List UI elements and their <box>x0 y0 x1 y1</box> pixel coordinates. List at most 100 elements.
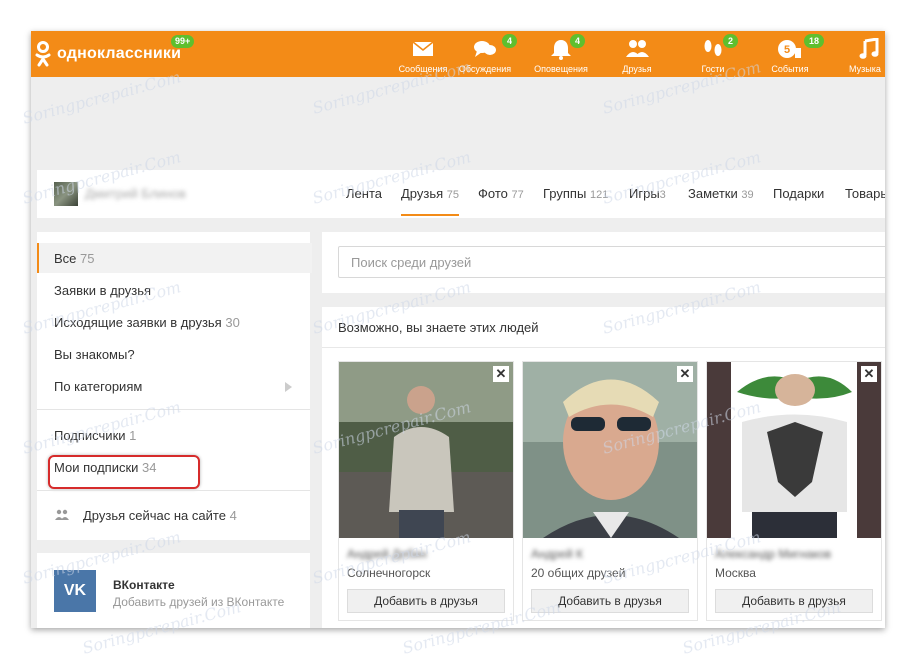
brand-name[interactable]: одноклассники <box>57 45 181 63</box>
sidebar-item-subscribers[interactable]: Подписчики 1 <box>37 420 310 450</box>
sidebar-item-friends-online[interactable]: Друзья сейчас на сайте 4 <box>37 500 310 530</box>
sidebar-item-do-you-know[interactable]: Вы знакомы? <box>37 339 310 369</box>
sidebar-item-outgoing-requests[interactable]: Исходящие заявки в друзья 30 <box>37 307 310 337</box>
tab-label: Подарки <box>773 186 825 201</box>
add-friend-button[interactable]: Добавить в друзья <box>531 589 689 613</box>
vk-subtitle: Добавить друзей из ВКонтакте <box>113 595 285 609</box>
dismiss-suggestion-button[interactable]: ✕ <box>493 366 509 382</box>
friends-sidebar: Все 75 Заявки в друзья Исходящие заявки … <box>37 232 312 540</box>
person-photo[interactable] <box>523 362 697 538</box>
add-friend-button[interactable]: Добавить в друзья <box>715 589 873 613</box>
vk-import-block[interactable]: VK ВКонтакте Добавить друзей из ВКонтакт… <box>37 553 310 628</box>
envelope-icon <box>412 41 434 56</box>
nav-notifications[interactable]: 4 Оповещения <box>526 31 596 77</box>
tab-goods[interactable]: Товары <box>845 186 885 201</box>
people-icon <box>55 509 69 520</box>
chat-bubbles-icon <box>474 41 496 57</box>
profile-name[interactable]: Дмитрий Блинов <box>85 186 186 201</box>
suggestion-info: 20 общих друзей <box>531 566 626 580</box>
browser-viewport: одноклассники 99+ Сообщения 4 Обсуждения… <box>31 31 885 628</box>
tab-count: 77 <box>511 189 524 201</box>
nav-label: События <box>771 64 809 74</box>
suggestion-card: ✕ Андрей К 20 общих друзей Добавить в др… <box>522 361 698 621</box>
suggestion-name[interactable]: Андрей Дебин <box>347 547 427 561</box>
tab-photos[interactable]: Фото 77 <box>478 186 524 201</box>
tab-groups[interactable]: Группы 121 <box>543 186 608 201</box>
sidebar-item-count: 30 <box>225 315 240 330</box>
nav-label: Музыка <box>849 64 881 74</box>
nav-label: Сообщения <box>398 64 448 74</box>
nav-label: Друзья <box>622 64 652 74</box>
svg-text:5: 5 <box>784 44 790 56</box>
sidebar-item-label: Исходящие заявки в друзья <box>54 315 222 330</box>
search-panel <box>322 232 885 293</box>
add-friend-button[interactable]: Добавить в друзья <box>347 589 505 613</box>
nav-messages[interactable]: Сообщения <box>388 31 458 77</box>
nav-music[interactable]: Музыка <box>839 31 885 77</box>
tab-games[interactable]: Игры3 <box>629 186 666 201</box>
sidebar-item-by-category[interactable]: По категориям <box>37 371 310 401</box>
sidebar-item-label: Заявки в друзья <box>54 283 152 298</box>
suggestion-info: Солнечногорск <box>347 566 431 580</box>
nav-events[interactable]: 5 18 События <box>755 31 825 77</box>
suggestions-panel: Возможно, вы знаете этих людей ✕ Андрей … <box>322 307 885 628</box>
sidebar-item-count: 75 <box>80 251 95 266</box>
suggestions-divider <box>322 347 885 348</box>
person-photo[interactable] <box>339 362 513 538</box>
sidebar-item-label: По категориям <box>54 379 143 394</box>
suggestions-title: Возможно, вы знаете этих людей <box>338 320 539 335</box>
tab-label: Лента <box>346 186 382 201</box>
nav-discussions[interactable]: 4 Обсуждения <box>450 31 520 77</box>
sidebar-item-label: Вы знакомы? <box>54 347 135 362</box>
tab-feed[interactable]: Лента <box>346 186 382 201</box>
tab-friends[interactable]: Друзья 75 <box>401 186 460 216</box>
friends-search-input[interactable] <box>338 246 885 278</box>
highlight-annotation <box>48 455 200 489</box>
suggestion-card: ✕ Андрей Дебин Солнечногорск Добавить в … <box>338 361 514 621</box>
nav-badge: 4 <box>502 34 518 48</box>
ok-logo-icon[interactable] <box>35 40 51 68</box>
tab-count: 121 <box>589 189 609 201</box>
tab-label: Заметки <box>688 186 738 201</box>
nav-badge: 18 <box>804 34 825 48</box>
sidebar-item-count: 4 <box>229 508 237 523</box>
brand-badge: 99+ <box>171 35 195 48</box>
dismiss-suggestion-button[interactable]: ✕ <box>861 366 877 382</box>
sidebar-item-label: Все <box>54 251 77 266</box>
nav-badge: 4 <box>570 34 586 48</box>
sidebar-item-count: 1 <box>129 428 137 443</box>
tab-count: 3 <box>659 189 666 201</box>
dismiss-suggestion-button[interactable]: ✕ <box>677 366 693 382</box>
suggestion-card: ✕ Александр Мигнаков Москва Добавить в д… <box>706 361 882 621</box>
music-note-icon <box>859 38 879 59</box>
avatar[interactable] <box>54 182 78 206</box>
sidebar-item-all[interactable]: Все 75 <box>37 243 312 273</box>
banner-area <box>31 77 885 170</box>
top-navigation-bar: одноклассники 99+ Сообщения 4 Обсуждения… <box>31 31 885 77</box>
profile-tab-bar: Дмитрий Блинов Лента Друзья 75 Фото 77 Г… <box>37 170 885 218</box>
suggestion-info: Москва <box>715 566 756 580</box>
tab-label: Товары <box>845 186 885 201</box>
tab-label: Друзья <box>401 186 444 201</box>
tab-count: 75 <box>446 189 460 201</box>
tab-label: Фото <box>478 186 508 201</box>
nav-label: Гости <box>701 64 725 74</box>
vk-title: ВКонтакте <box>113 578 175 592</box>
sidebar-divider <box>37 490 310 491</box>
sidebar-item-label: Подписчики <box>54 428 126 443</box>
nav-badge: 2 <box>723 34 739 48</box>
sidebar-item-friend-requests[interactable]: Заявки в друзья <box>37 275 310 305</box>
suggestion-name[interactable]: Андрей К <box>531 547 583 561</box>
nav-friends[interactable]: Друзья <box>602 31 672 77</box>
tab-count: 39 <box>741 189 754 201</box>
suggestion-name[interactable]: Александр Мигнаков <box>715 547 831 561</box>
nav-label: Обсуждения <box>458 64 512 74</box>
sidebar-divider <box>37 409 310 410</box>
sidebar-item-label: Друзья сейчас на сайте <box>83 508 226 523</box>
person-photo[interactable] <box>707 362 881 538</box>
events-icon: 5 <box>778 40 801 58</box>
tab-notes[interactable]: Заметки 39 <box>688 186 754 201</box>
tab-gifts[interactable]: Подарки <box>773 186 824 201</box>
nav-guests[interactable]: 2 Гости <box>678 31 748 77</box>
nav-label: Оповещения <box>534 64 588 74</box>
